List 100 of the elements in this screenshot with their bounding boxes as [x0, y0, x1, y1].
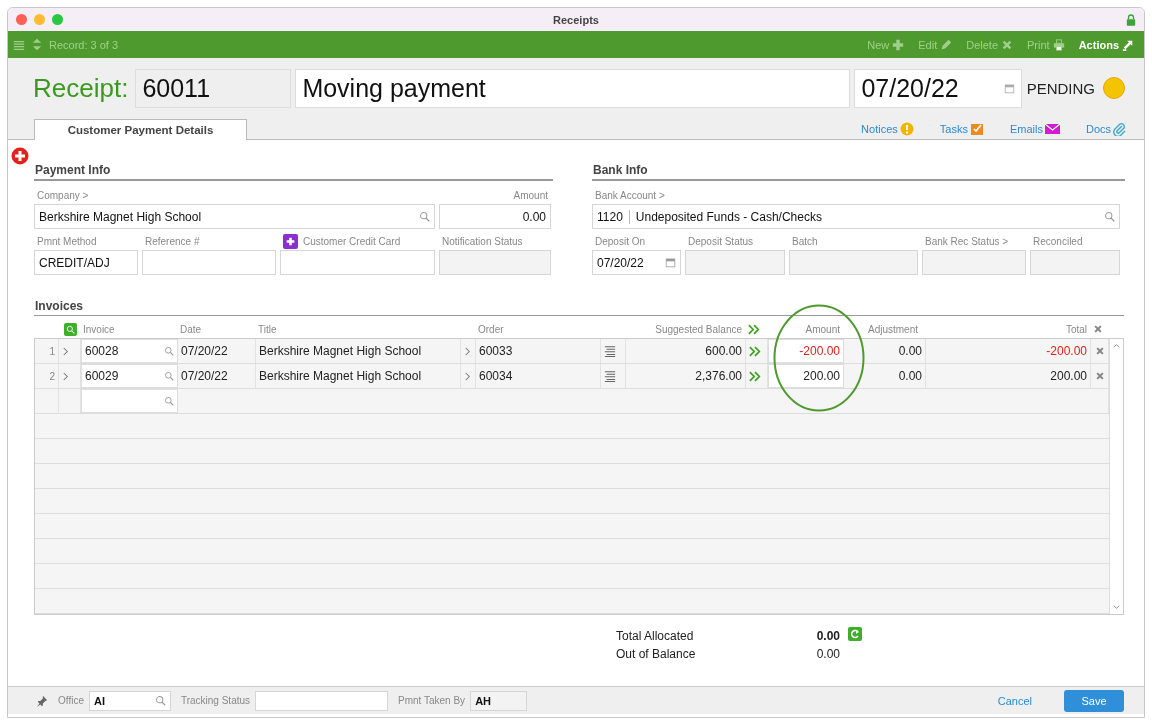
list-icon[interactable] [604, 370, 616, 382]
toolbar-button[interactable]: Actions [1078, 38, 1134, 51]
invoice-field[interactable]: 60028 [81, 339, 178, 363]
input-field[interactable] [142, 250, 276, 275]
amount-field[interactable]: -200.00 [768, 339, 844, 363]
field-label: Tracking Status [180, 695, 251, 706]
double-chevron-icon[interactable] [749, 345, 761, 357]
table-cell: Berkshire Magnet High School [259, 369, 422, 383]
close-button[interactable] [16, 14, 27, 25]
double-chevron-icon[interactable] [748, 323, 760, 335]
input-field[interactable]: 07/20/22 [592, 250, 681, 275]
table-cell: 07/20/22 [181, 344, 228, 358]
invoice-field[interactable] [81, 389, 178, 413]
column-header: Order [478, 323, 504, 335]
field-label: Customer Credit Card [303, 236, 401, 247]
minimize-button[interactable] [34, 14, 45, 25]
refresh-button[interactable] [848, 627, 862, 641]
column-header: Amount [805, 323, 840, 335]
receipt-number-field[interactable]: 60011 [135, 68, 292, 108]
field-label: Reference # [145, 236, 200, 247]
table-cell: -200.00 [1046, 344, 1087, 358]
chevron-icon[interactable] [464, 346, 471, 356]
input-field[interactable]: 0.00 [439, 204, 551, 229]
input-field[interactable]: 1120 Undeposited Funds - Cash/Checks [592, 204, 1120, 229]
input-field[interactable] [280, 250, 435, 275]
section-title: Payment Info [34, 163, 553, 181]
chevron-icon[interactable] [62, 371, 69, 381]
search-button[interactable] [64, 322, 77, 336]
search-icon[interactable] [419, 211, 430, 222]
checkbox-icon [969, 121, 984, 136]
field-label: Office [58, 695, 84, 706]
column-header: Suggested Balance [655, 323, 742, 335]
zoom-button[interactable] [52, 14, 63, 25]
calendar-icon[interactable] [665, 257, 676, 268]
table-cell: 60033 [479, 344, 513, 358]
up-down-arrows-icon[interactable] [32, 37, 42, 52]
lock-icon [1126, 13, 1136, 26]
total-label: Out of Balance [616, 647, 697, 661]
warning-icon [899, 121, 914, 136]
input-field[interactable]: Berkshire Magnet High School [34, 204, 435, 229]
column-header: Invoice [83, 323, 115, 335]
search-icon[interactable] [1104, 211, 1115, 222]
description-field[interactable]: Moving payment [295, 68, 851, 108]
date-field[interactable]: 07/20/22 [854, 68, 1023, 108]
chevron-icon[interactable] [464, 371, 471, 381]
window-title: Receipts [553, 13, 599, 26]
add-icon[interactable] [11, 147, 29, 165]
delete-icon[interactable] [1094, 371, 1105, 381]
field-label: Pmnt Method [37, 236, 97, 247]
field-label: Bank Rec Status > [925, 236, 1009, 247]
pencil-icon [940, 38, 953, 51]
field-label: Bank Account > [595, 190, 665, 201]
scrollbar[interactable] [1109, 339, 1123, 614]
line-number: 1 [49, 345, 55, 357]
add-button[interactable] [283, 234, 298, 249]
list-icon[interactable] [604, 345, 616, 357]
field-label: Company > [37, 190, 89, 201]
search-icon[interactable] [164, 371, 174, 381]
column-header: Adjustment [868, 323, 919, 335]
invoice-field[interactable]: 60029 [81, 364, 178, 388]
total-value: 0.00 [815, 628, 840, 643]
tab[interactable]: Customer Payment Details [34, 119, 247, 140]
amount-field[interactable]: 200.00 [768, 364, 844, 388]
status-label: PENDING [1026, 79, 1095, 97]
chevron-icon[interactable] [62, 346, 69, 356]
record-counter: Record: 3 of 3 [49, 38, 119, 51]
scroll-down-icon[interactable] [1112, 603, 1121, 612]
double-chevron-icon[interactable] [749, 370, 761, 382]
table-cell: 07/20/22 [181, 369, 228, 383]
field-label: Pmnt Taken By [398, 695, 466, 706]
scroll-up-icon[interactable] [1112, 341, 1121, 350]
table-cell: 600.00 [705, 344, 742, 358]
status-dot-icon [1103, 77, 1125, 99]
field-label: Deposit On [595, 236, 646, 247]
line-number: 2 [49, 370, 55, 382]
column-header: Date [180, 323, 202, 335]
calendar-icon[interactable] [1004, 82, 1016, 94]
delete-icon[interactable] [1093, 324, 1103, 334]
section-title: Invoices [34, 299, 1124, 316]
table-cell: 0.00 [898, 344, 922, 358]
input-field[interactable]: AI [88, 690, 171, 711]
total-value: 0.00 [815, 647, 840, 661]
search-icon[interactable] [164, 396, 174, 406]
field-label: Batch [792, 236, 818, 247]
input-field[interactable] [255, 690, 389, 711]
pin-icon[interactable] [36, 694, 48, 707]
search-icon[interactable] [154, 695, 166, 706]
table-cell: 2,376.00 [695, 369, 742, 383]
field-label: Amount [513, 190, 548, 201]
plus-icon [286, 237, 295, 246]
delete-icon[interactable] [1094, 346, 1105, 356]
search-icon [66, 324, 75, 334]
table-cell: 200.00 [1050, 369, 1087, 383]
plus-icon [892, 38, 905, 51]
field-label: Deposit Status [688, 236, 754, 247]
table-cell: 60034 [479, 369, 513, 383]
printer-icon [1052, 38, 1065, 51]
export-icon [1122, 38, 1134, 51]
input-field[interactable]: CREDIT/ADJ [34, 250, 138, 275]
search-icon[interactable] [164, 346, 174, 356]
